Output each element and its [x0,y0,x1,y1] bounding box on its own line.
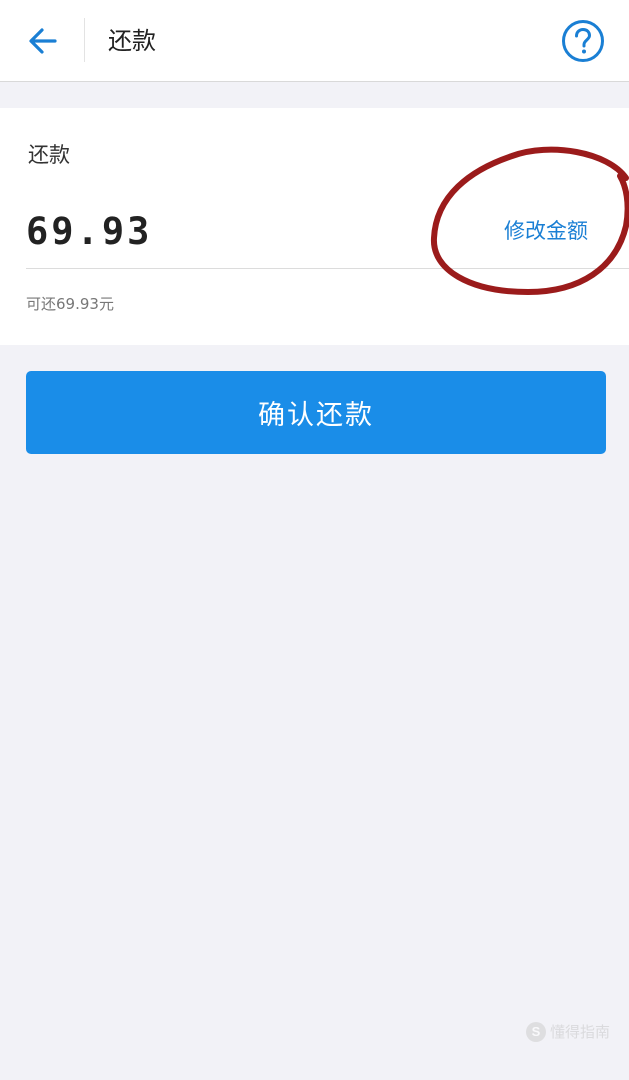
page-title: 还款 [108,27,156,55]
repayment-amount[interactable]: 69.93 [26,206,152,258]
repayment-label: 还款 [28,143,70,167]
confirm-repayment-button[interactable]: 确认还款 [26,371,606,454]
arrow-left-icon [29,28,57,54]
repayment-card: 还款 69.93 修改金额 可还69.93元 [0,108,629,345]
watermark: S 懂得指南 [526,1022,610,1042]
back-button[interactable] [22,20,64,62]
nav-divider [84,18,85,62]
watermark-logo: S [526,1022,546,1042]
divider [26,268,629,269]
available-amount-text: 可还69.93元 [26,295,114,313]
navigation-bar: 还款 [0,0,629,82]
modify-amount-link[interactable]: 修改金额 [504,216,588,246]
watermark-text: 懂得指南 [550,1023,611,1041]
help-button[interactable] [561,19,605,63]
question-circle-icon [562,20,604,62]
